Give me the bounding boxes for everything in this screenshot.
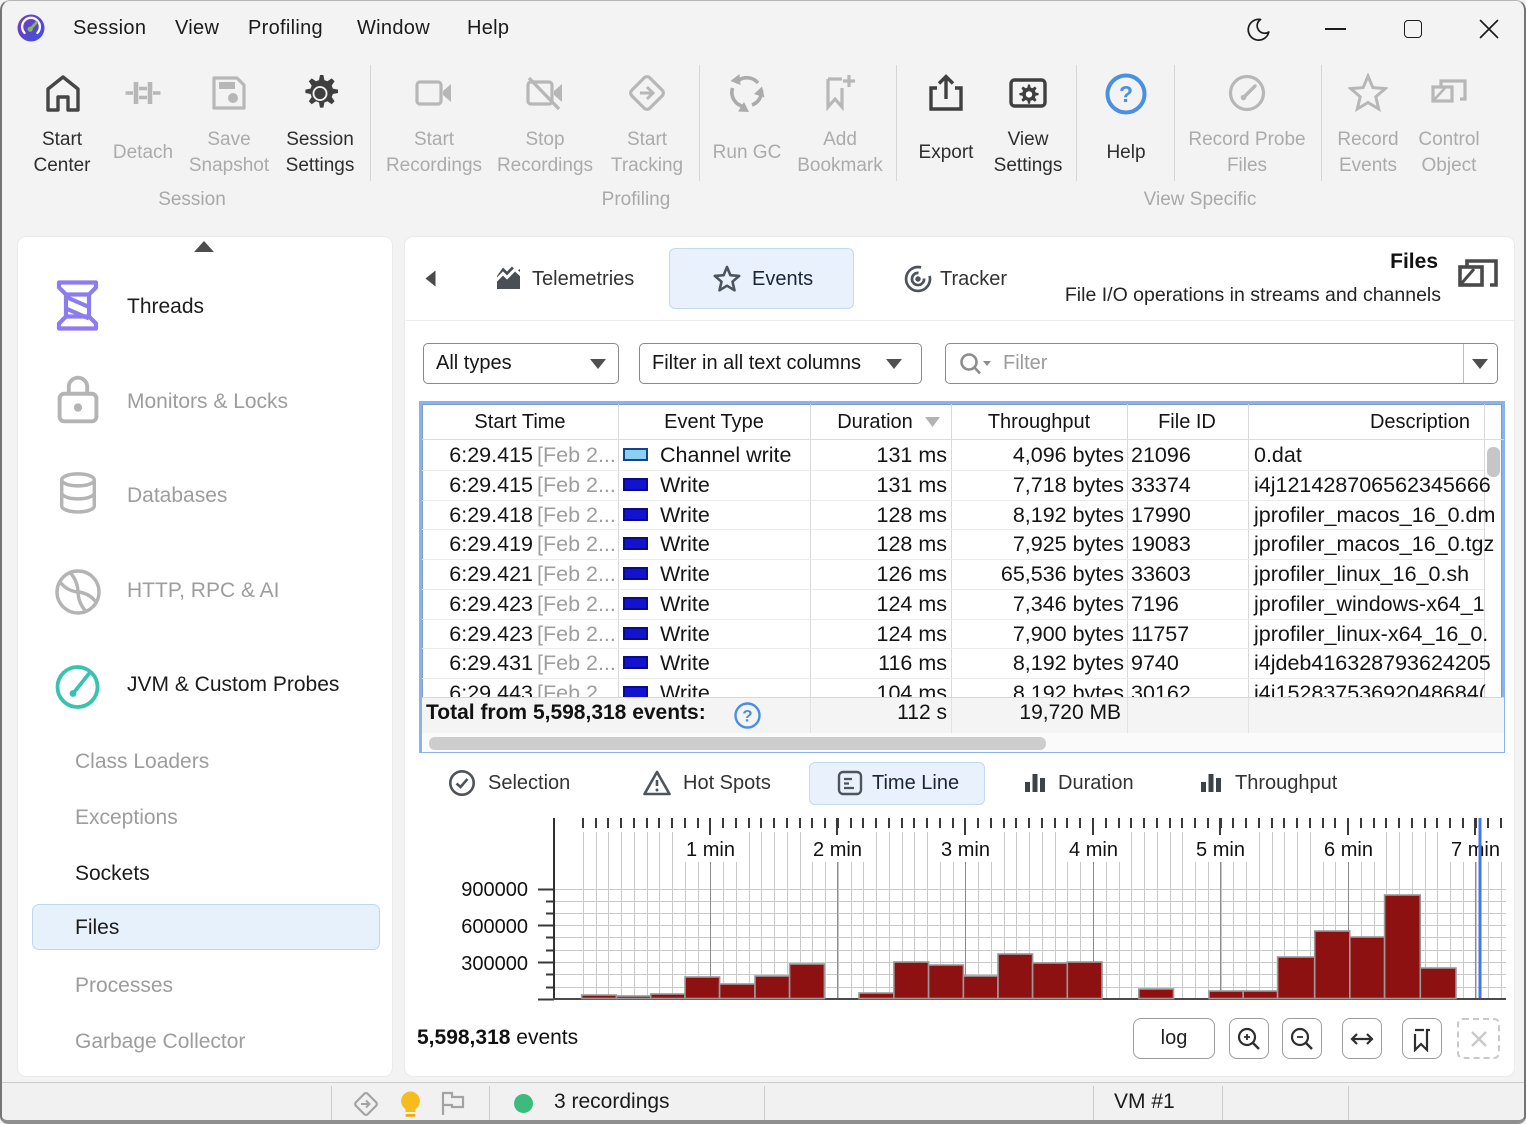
svg-text:900000: 900000: [461, 879, 528, 901]
svg-text:3 min: 3 min: [941, 839, 990, 861]
svg-text:5 min: 5 min: [1196, 839, 1245, 861]
svg-text:600000: 600000: [461, 916, 528, 938]
svg-text:6 min: 6 min: [1324, 839, 1373, 861]
svg-text:7 min: 7 min: [1451, 839, 1500, 861]
svg-text:?: ?: [742, 707, 752, 726]
svg-text:4 min: 4 min: [1069, 839, 1118, 861]
svg-text:2 min: 2 min: [813, 839, 862, 861]
svg-text:?: ?: [1119, 81, 1133, 107]
svg-text:300000: 300000: [461, 953, 528, 975]
svg-text:1 min: 1 min: [686, 839, 735, 861]
